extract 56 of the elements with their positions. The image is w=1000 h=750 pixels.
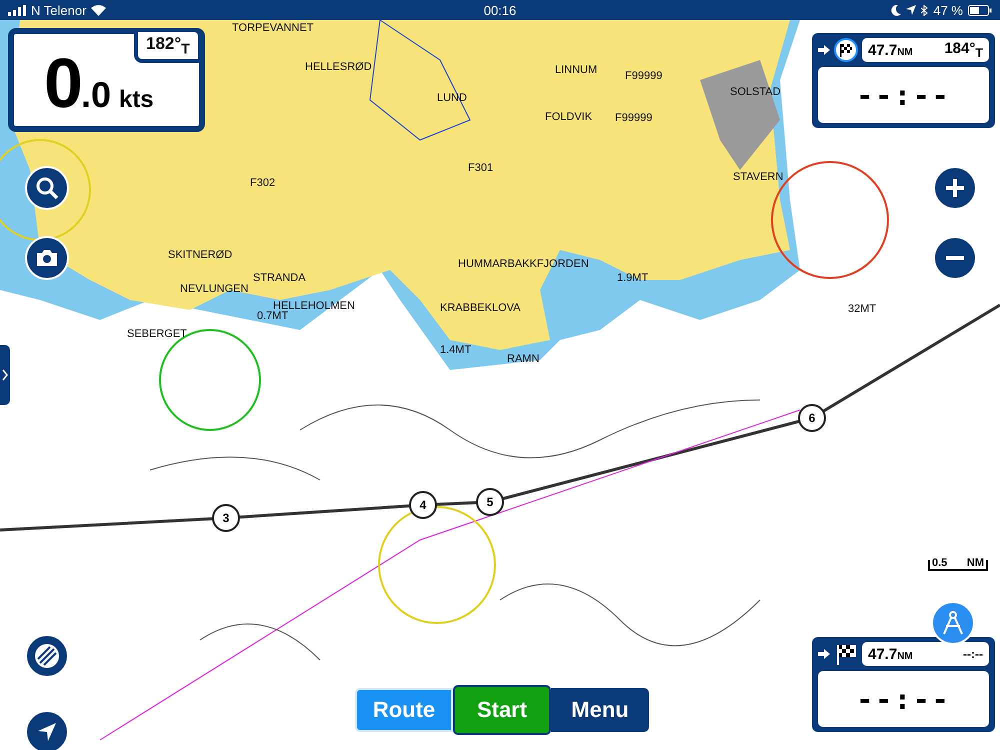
battery-percent: 47 %	[933, 2, 963, 18]
map-label: 1.9MT	[617, 272, 648, 284]
map-label: KRABBEKLOVA	[440, 302, 520, 314]
search-icon	[35, 176, 59, 200]
clock-time: 00:16	[484, 2, 516, 18]
destination-panel[interactable]: 47.7NM --:-- --:--	[812, 637, 995, 732]
battery-icon	[968, 4, 992, 16]
side-panel-tab[interactable]	[0, 345, 10, 405]
map-label: HUMMARBAKKFJORDEN	[458, 258, 589, 270]
checkered-flag-icon	[834, 38, 858, 62]
scale-value: 0.5	[932, 560, 948, 569]
time-readout: --:--	[856, 682, 951, 716]
compass-divider-icon	[941, 610, 965, 636]
distance-readout: 47.7NM	[868, 646, 913, 662]
speed-unit: kts	[118, 86, 154, 114]
navigation-arrow-icon	[37, 722, 57, 742]
map-label: TORPEVANNET	[232, 22, 314, 34]
map-label: NEVLUNGEN	[180, 283, 248, 295]
map-label: F301	[468, 162, 494, 174]
scale-unit: NM	[966, 560, 984, 569]
checkered-flag-icon	[834, 642, 858, 666]
signal-icon	[8, 4, 26, 16]
map-label: FOLDVIK	[545, 111, 592, 123]
map-label: STRANDA	[253, 272, 306, 284]
map-label: 32MT	[848, 303, 876, 315]
bluetooth-icon	[921, 4, 928, 16]
time-readout: --:--	[856, 78, 951, 112]
map-label: SEBERGET	[127, 328, 187, 340]
map-label: SKITNERØD	[168, 249, 232, 261]
arrow-icon	[818, 45, 830, 55]
location-arrow-icon	[906, 5, 916, 15]
bearing-readout: 184°$_{T}$	[944, 40, 983, 60]
chevron-right-icon	[2, 369, 8, 381]
bottom-button[interactable]: Menu	[551, 688, 649, 732]
striped-circle-icon	[34, 643, 60, 669]
map-label: F99999	[615, 112, 652, 124]
map-label: F302	[250, 177, 276, 189]
carrier-name: N Telenor	[31, 2, 86, 18]
map-label: LINNUM	[555, 64, 598, 76]
map-label: F99999	[625, 70, 662, 82]
map-label: STAVERN	[733, 171, 784, 183]
map-label: RAMN	[507, 353, 540, 365]
camera-icon	[35, 248, 59, 268]
plus-icon	[945, 178, 965, 198]
distance-readout: 47.7NM	[868, 42, 913, 58]
wifi-icon	[91, 4, 106, 16]
minus-icon	[945, 255, 965, 261]
speed-value: 0	[44, 48, 81, 118]
map-label: 0.7MT	[257, 310, 288, 322]
eta-readout: --:--	[963, 647, 983, 661]
map-label: HELLESRØD	[305, 61, 372, 73]
speed-decimal: .0	[80, 74, 111, 116]
arrow-icon	[818, 649, 830, 659]
waypoint-panel[interactable]: 47.7NM 184°$_{T}$ --:--	[812, 33, 995, 128]
moon-icon	[891, 4, 902, 16]
map-label: 1.4MT	[440, 344, 472, 356]
